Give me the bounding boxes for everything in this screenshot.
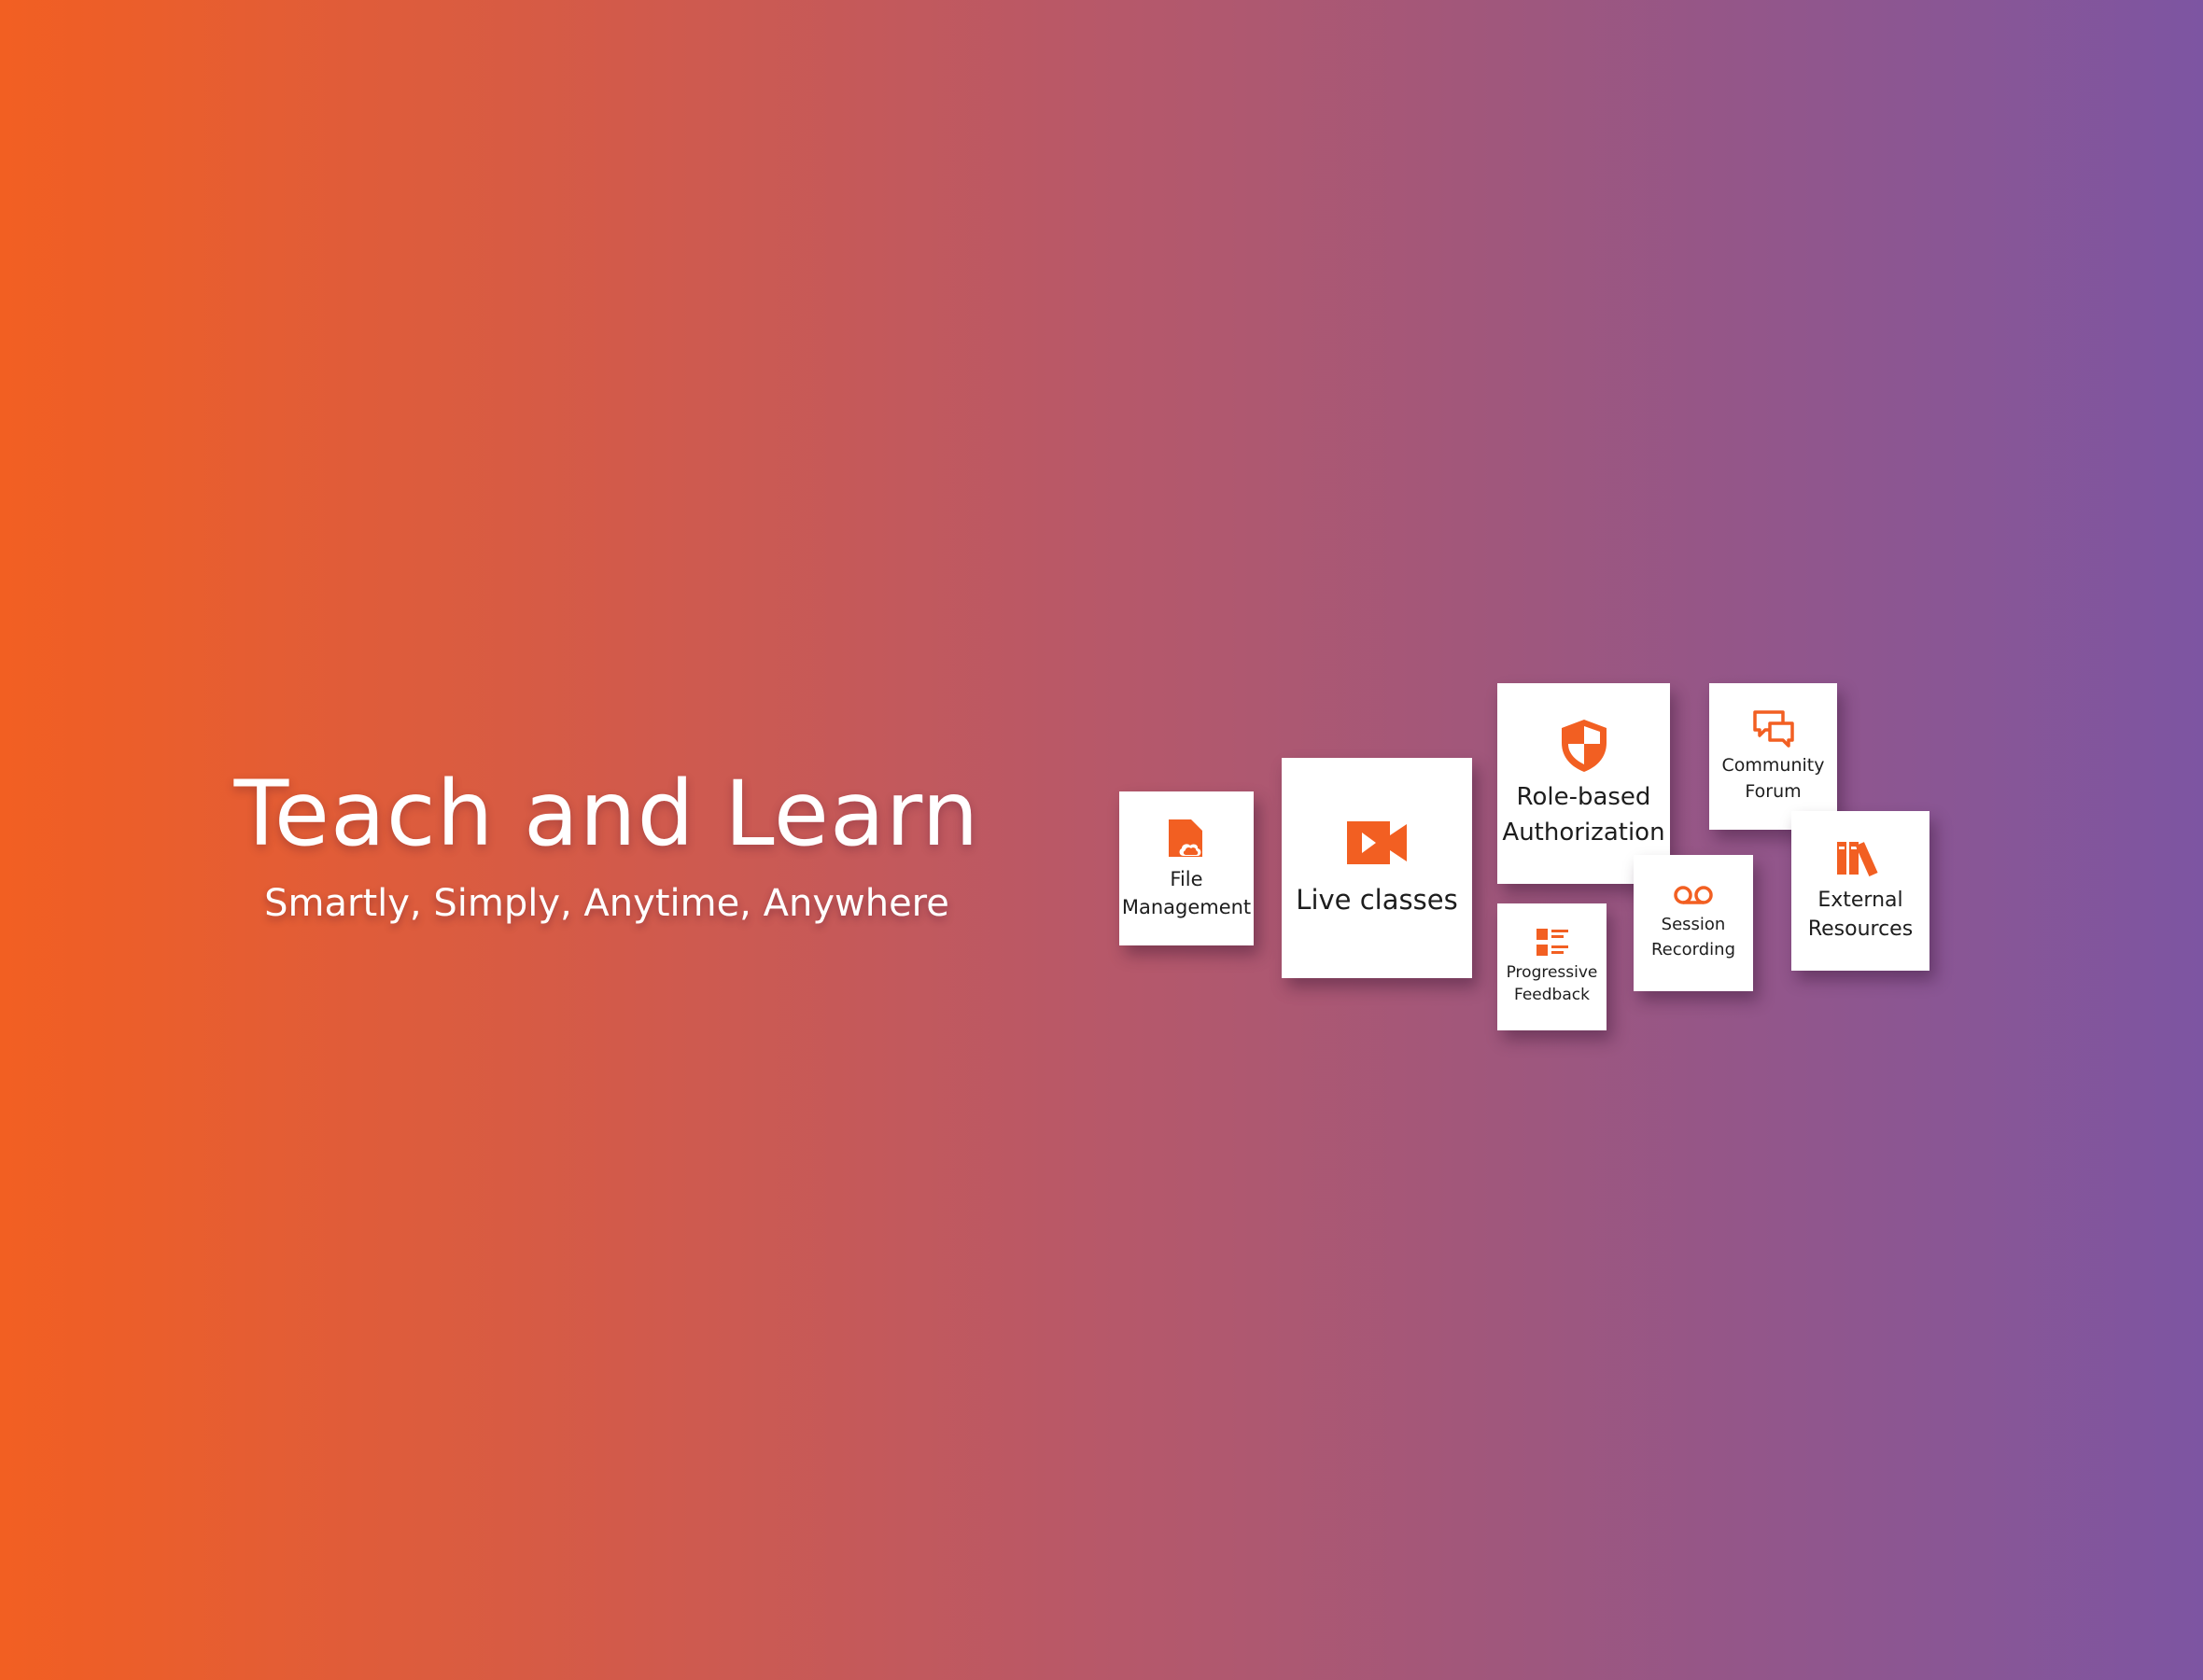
feature-label: Community Forum (1721, 754, 1825, 802)
chat-bubbles-icon (1752, 709, 1794, 748)
books-icon (1837, 841, 1878, 876)
feature-card-role-based-authorization: Role-based Authorization (1497, 683, 1670, 884)
feature-label: Session Recording (1650, 915, 1736, 959)
feature-card-progressive-feedback: Progressive Feedback (1497, 903, 1607, 1030)
feature-label: External Resources (1807, 888, 1914, 941)
shield-icon (1561, 719, 1607, 772)
cloud-file-icon (1169, 819, 1202, 857)
feature-label: Progressive Feedback (1506, 963, 1598, 1004)
feature-card-session-recording: Session Recording (1634, 855, 1753, 991)
hero-title: Teach and Learn (233, 762, 980, 866)
feature-card-file-management: File Management (1119, 791, 1254, 945)
hero-subtitle: Smartly, Simply, Anytime, Anywhere (264, 881, 949, 925)
feature-card-community-forum: Community Forum (1709, 683, 1837, 830)
voicemail-icon (1674, 886, 1713, 904)
checklist-icon (1536, 929, 1568, 956)
feature-card-live-classes: Live classes (1282, 758, 1472, 978)
feature-label: Role-based Authorization (1502, 782, 1665, 847)
feature-label: Live classes (1296, 884, 1458, 916)
feature-card-external-resources: External Resources (1791, 811, 1929, 971)
hero: Teach and Learn Smartly, Simply, Anytime… (215, 762, 999, 926)
feature-label: File Management (1121, 867, 1252, 918)
video-camera-icon (1347, 821, 1407, 864)
